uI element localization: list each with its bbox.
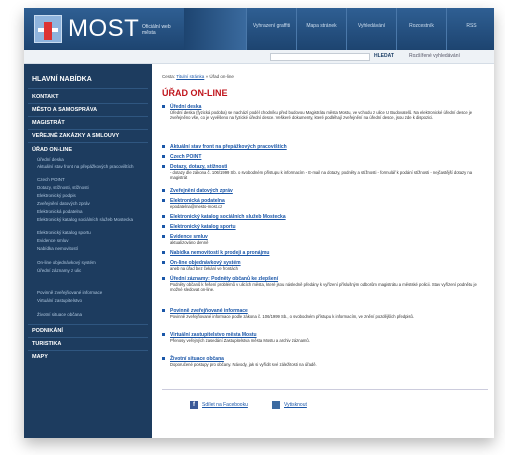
- bullet-icon: [162, 155, 165, 158]
- divider: [28, 103, 148, 104]
- bullet-icon: [162, 145, 165, 148]
- sidebar-subitem[interactable]: Evidence smluv: [37, 238, 147, 244]
- breadcrumb-current: » Úřad on-line: [205, 74, 234, 79]
- breadcrumb: Cesta: Titulní stránka » Úřad on-line: [162, 74, 234, 79]
- sidebar-subitem[interactable]: Aktuální stav front na přepážkových prac…: [37, 164, 147, 170]
- sidebar-item-turistika[interactable]: TURISTIKA: [32, 341, 61, 347]
- entry-description: aktualizováno denně: [170, 240, 209, 245]
- sidebar-subitem[interactable]: Elektronická podatelna: [37, 209, 147, 215]
- entry-link[interactable]: Nabídka nemovitostí k prodeji a pronájmu: [170, 250, 269, 256]
- bullet-icon: [162, 215, 165, 218]
- logo-tower: [44, 22, 52, 40]
- bullet-icon: [162, 199, 165, 202]
- divider: [28, 350, 148, 351]
- advanced-search-link[interactable]: Rozšířené vyhledávání: [409, 53, 460, 59]
- divider: [28, 142, 148, 143]
- sidebar-subitem[interactable]: On-line objednávkový systém: [37, 260, 147, 266]
- sidebar-subitem[interactable]: Úřední záznamy z ulic: [37, 268, 147, 274]
- sidebar-title: HLAVNÍ NABÍDKA: [32, 76, 92, 83]
- sidebar-subitem[interactable]: Životní situace občana: [37, 312, 147, 318]
- entry-link[interactable]: Czech POINT: [170, 154, 201, 160]
- search-bar: HLEDAT Rozšířené vyhledávání: [24, 50, 494, 64]
- sidebar-subitem[interactable]: Elektronický katalog sociálních služeb M…: [37, 217, 147, 223]
- bullet-icon: [162, 357, 165, 360]
- city-logo-icon[interactable]: [34, 15, 62, 43]
- entry-description: - dotazy dle zákona č. 106/1999 Sb. o sv…: [170, 170, 473, 180]
- sidebar-subitem[interactable]: Elektronický podpis: [37, 193, 147, 199]
- sidebar-item-mesto[interactable]: MĚSTO A SAMOSPRÁVA: [32, 107, 97, 113]
- sidebar-item-mapy[interactable]: MAPY: [32, 354, 48, 360]
- breadcrumb-prefix: Cesta:: [162, 74, 176, 79]
- main-content: Cesta: Titulní stránka » Úřad on-line ÚŘ…: [162, 64, 490, 438]
- sidebar-subitem[interactable]: Nabídka nemovitostí: [37, 246, 147, 252]
- site-header: MOST Oficiální web města Vyhrazení graff…: [24, 8, 494, 50]
- sidebar-subitem[interactable]: Zveřejnění datových zpráv: [37, 201, 147, 207]
- divider: [28, 116, 148, 117]
- entry-description: Povinně zveřejňované informace podle zák…: [170, 314, 414, 319]
- bullet-icon: [162, 277, 165, 280]
- sidebar-subitem[interactable]: Úřední deska: [37, 157, 147, 163]
- entry-link[interactable]: Elektronický katalog sportu: [170, 224, 236, 230]
- entry-link[interactable]: Aktuální stav front na přepážkových prac…: [170, 144, 287, 150]
- divider: [28, 324, 148, 325]
- page-title: ÚŘAD ON-LINE: [162, 88, 228, 98]
- topnav-item[interactable]: Vyhrazení graffiti: [246, 8, 296, 50]
- sidebar-subitem[interactable]: Povinně zveřejňované informace: [37, 290, 147, 296]
- entry-description: aneb na úřad bez čekání ve frontách: [170, 266, 238, 271]
- sidebar-item-podnikani[interactable]: PODNIKÁNÍ: [32, 328, 63, 334]
- sidebar-item-kontakt[interactable]: KONTAKT: [32, 94, 58, 100]
- entry-description: Podněty občanů k řešení problémů v ulicí…: [170, 282, 477, 292]
- topnav-item[interactable]: Vyhledávání: [346, 8, 396, 50]
- sidebar-subitem[interactable]: Virtuální zastupitelstvo: [37, 298, 147, 304]
- top-navigation: Vyhrazení graffiti Mapa stránek Vyhledáv…: [246, 8, 494, 50]
- bullet-icon: [162, 333, 165, 336]
- entry-description: Úřední deska (fyzická podoba) se nachází…: [170, 110, 473, 120]
- sidebar-subitem[interactable]: Czech POINT: [37, 177, 147, 183]
- header-photo: [184, 8, 246, 50]
- bullet-icon: [162, 261, 165, 264]
- sidebar: HLAVNÍ NABÍDKA KONTAKT MĚSTO A SAMOSPRÁV…: [24, 64, 152, 438]
- topnav-item[interactable]: Rozcestník: [396, 8, 446, 50]
- entry-description: Přenosy veřejných zasedání Zastupitelstv…: [170, 338, 310, 343]
- print-icon[interactable]: [272, 401, 280, 409]
- bullet-icon: [162, 165, 165, 168]
- entry-link[interactable]: Zveřejnění datových zpráv: [170, 188, 233, 194]
- sidebar-item-zakazky[interactable]: VEŘEJNÉ ZAKÁZKY A SMLOUVY: [32, 133, 119, 139]
- bullet-icon: [162, 105, 165, 108]
- divider: [28, 88, 148, 89]
- sidebar-item-urad-online[interactable]: ÚŘAD ON-LINE: [32, 147, 72, 153]
- sidebar-subitem[interactable]: Dotazy, stížnosti, stížnosti: [37, 185, 147, 191]
- bullet-icon: [162, 251, 165, 254]
- entry-description: epodatelna@mesto-most.cz: [170, 204, 223, 209]
- divider: [162, 389, 488, 390]
- print-link[interactable]: Vytisknout: [284, 402, 307, 408]
- bullet-icon: [162, 309, 165, 312]
- divider: [28, 337, 148, 338]
- sidebar-item-magistrat[interactable]: MAGISTRÁT: [32, 120, 65, 126]
- facebook-icon[interactable]: f: [190, 401, 198, 409]
- entry-link[interactable]: Elektronický katalog sociálních služeb M…: [170, 214, 286, 220]
- bullet-icon: [162, 225, 165, 228]
- entry-description: Doporučené postupy pro občany. Návody, j…: [170, 362, 317, 367]
- topnav-item[interactable]: RSS: [446, 8, 494, 50]
- site-subtitle: Oficiální web města: [142, 24, 171, 36]
- bullet-icon: [162, 189, 165, 192]
- breadcrumb-home-link[interactable]: Titulní stránka: [176, 74, 204, 79]
- search-button[interactable]: HLEDAT: [374, 53, 396, 61]
- bullet-icon: [162, 235, 165, 238]
- divider: [28, 129, 148, 130]
- share-facebook-link[interactable]: Sdílet na Facebooku: [202, 402, 248, 408]
- topnav-item[interactable]: Mapa stránek: [296, 8, 346, 50]
- browser-page: MOST Oficiální web města Vyhrazení graff…: [24, 8, 494, 438]
- site-name[interactable]: MOST: [68, 15, 139, 43]
- sidebar-subitem[interactable]: Elektronický katalog sportu: [37, 230, 147, 236]
- search-input[interactable]: [270, 53, 370, 61]
